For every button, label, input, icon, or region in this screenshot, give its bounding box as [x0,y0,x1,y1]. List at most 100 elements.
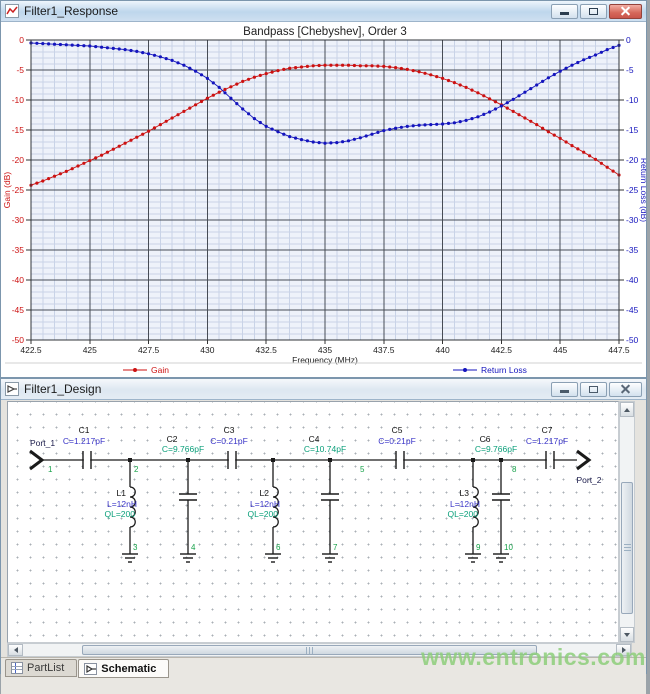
horizontal-scroll-thumb[interactable] [82,645,537,655]
maximize-icon [589,386,598,393]
svg-text:-50: -50 [626,335,639,345]
response-chart: Bandpass [Chebyshev], Order 3422.5425427… [1,22,646,378]
svg-text:-20: -20 [626,155,639,165]
schematic-drawing: Port_1Port_2C1C=1.217pFC3C=0.21pFC5C=0.2… [8,402,618,642]
svg-text:C6: C6 [480,434,491,444]
svg-text:435: 435 [318,345,332,355]
minimize-icon [560,12,569,15]
capacitor-c3[interactable]: C3C=0.21pF [210,425,248,469]
node-label: 4 [191,543,196,552]
scroll-up-button[interactable] [620,402,634,417]
capacitor-c6[interactable]: C6C=9.766pF10 [475,434,517,562]
svg-text:-10: -10 [626,95,639,105]
legend-gain: Gain [123,365,169,375]
svg-text:C2: C2 [167,434,178,444]
node-label: 8 [512,465,517,474]
svg-text:C=0.21pF: C=0.21pF [210,436,248,446]
capacitor-c7[interactable]: C7C=1.217pF [526,425,568,469]
capacitor-c4[interactable]: C4C=10.74pF7 [304,434,346,562]
port-2[interactable]: Port_2 [576,451,601,485]
schematic-icon [84,663,97,675]
response-maximize-button[interactable] [580,4,607,19]
svg-text:Gain: Gain [151,365,169,375]
design-window-title: Filter1_Design [24,382,101,396]
node-label: 9 [476,543,481,552]
svg-text:-40: -40 [626,275,639,285]
svg-text:Port_1: Port_1 [30,438,55,448]
arrow-right-icon [622,647,626,653]
svg-text:-20: -20 [12,155,25,165]
svg-text:432.5: 432.5 [256,345,278,355]
svg-text:-5: -5 [16,65,24,75]
schematic-canvas[interactable]: Port_1Port_2C1C=1.217pFC3C=0.21pFC5C=0.2… [7,401,619,643]
svg-text:QL=200: QL=200 [105,509,136,519]
svg-text:422.5: 422.5 [20,345,42,355]
svg-text:-30: -30 [12,215,25,225]
inductor-l3[interactable]: L3L=12nHQL=200 9 [448,460,482,562]
svg-text:C=1.217pF: C=1.217pF [63,436,105,446]
junction-dot [471,458,475,462]
scroll-down-button[interactable] [620,627,634,642]
svg-text:-45: -45 [12,305,25,315]
response-titlebar[interactable]: Filter1_Response [1,1,646,22]
partlist-icon [11,662,23,674]
svg-text:Port_2: Port_2 [576,475,601,485]
svg-text:-10: -10 [12,95,25,105]
svg-text:QL=200: QL=200 [248,509,279,519]
capacitor-c2[interactable]: C2C=9.766pF 4 [162,434,204,562]
inductor-l2[interactable]: L2L=12nHQL=2006 [248,460,282,562]
horizontal-scrollbar[interactable] [7,643,632,657]
svg-text:L2: L2 [260,488,270,498]
svg-text:427.5: 427.5 [138,345,160,355]
node-label: 5 [360,465,365,474]
svg-text:430: 430 [200,345,214,355]
svg-text:-15: -15 [626,125,639,135]
arrow-left-icon [14,647,18,653]
svg-text:L3: L3 [460,488,470,498]
window-filter1-response: Filter1_Response Bandpass [Chebyshev], O… [0,0,647,378]
junction-dot [499,458,503,462]
tab-schematic[interactable]: Schematic [78,659,169,678]
svg-text:C7: C7 [542,425,553,435]
svg-text:-35: -35 [12,245,25,255]
svg-text:437.5: 437.5 [373,345,395,355]
design-titlebar[interactable]: Filter1_Design [1,379,646,400]
close-icon [620,385,631,394]
thumb-grip [624,544,631,552]
capacitor-c5[interactable]: C5C=0.21pF [378,425,416,469]
inductor-l1[interactable]: L1L=12nHQL=2003 [105,460,139,562]
scroll-right-button[interactable] [616,644,631,656]
svg-text:445: 445 [553,345,567,355]
svg-text:-35: -35 [626,245,639,255]
design-maximize-button[interactable] [580,382,607,397]
svg-text:QL=200: QL=200 [448,509,479,519]
response-window-title: Filter1_Response [24,4,118,18]
thumb-grip [306,647,314,654]
response-minimize-button[interactable] [551,4,578,19]
svg-text:0: 0 [19,35,24,45]
scroll-left-button[interactable] [8,644,23,656]
svg-text:L=12nH: L=12nH [450,499,480,509]
svg-text:-15: -15 [12,125,25,135]
design-minimize-button[interactable] [551,382,578,397]
response-window-icon [5,4,19,18]
tab-partlist[interactable]: PartList [5,659,77,677]
svg-text:C=9.766pF: C=9.766pF [162,444,204,454]
design-close-button[interactable] [609,382,642,397]
svg-text:C5: C5 [392,425,403,435]
vertical-scrollbar[interactable] [619,401,635,643]
minimize-icon [560,390,569,393]
right-axis-label: Return Loss (dB) [639,158,646,222]
node-label: 3 [133,543,138,552]
svg-text:Return Loss: Return Loss [481,365,527,375]
svg-text:L=12nH: L=12nH [250,499,280,509]
capacitor-c1[interactable]: C1C=1.217pF [63,425,105,469]
svg-text:442.5: 442.5 [491,345,513,355]
response-close-button[interactable] [609,4,642,19]
svg-text:C=0.21pF: C=0.21pF [378,436,416,446]
arrow-down-icon [624,633,630,637]
svg-text:425: 425 [83,345,97,355]
svg-text:-5: -5 [626,65,634,75]
svg-text:C4: C4 [309,434,320,444]
vertical-scroll-thumb[interactable] [621,482,633,614]
